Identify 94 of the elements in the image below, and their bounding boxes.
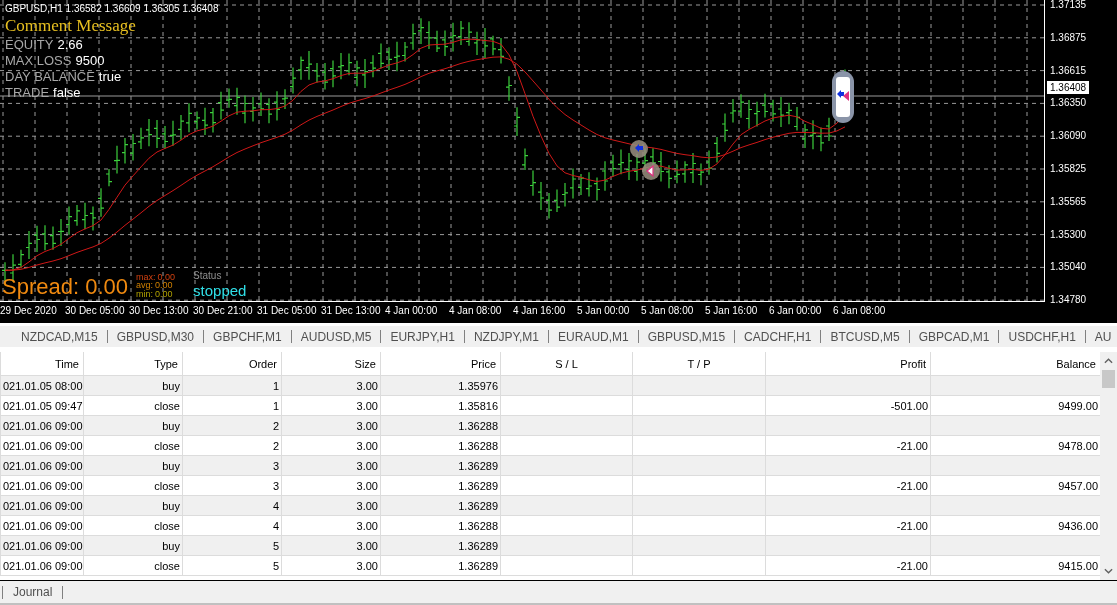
- scroll-up-icon[interactable]: [1104, 358, 1113, 364]
- time-label: 30 Dec 05:00: [65, 305, 125, 316]
- table-cell: 021.01.06 09:00: [0, 495, 84, 516]
- table-cell: 021.01.06 09:00: [0, 455, 84, 476]
- chart-tab[interactable]: EURAUD,M1: [549, 329, 638, 344]
- column-header[interactable]: Balance: [930, 352, 1100, 376]
- price-label: 1.36875: [1050, 30, 1087, 44]
- price-label: 1.35565: [1050, 194, 1087, 208]
- price-label: 1.36090: [1050, 129, 1087, 143]
- price-label: 1.35300: [1050, 227, 1087, 241]
- price-label: 1.35040: [1050, 260, 1087, 274]
- status-value: stopped: [193, 282, 247, 300]
- chart-symbol-label: GBPUSD,H1 1.36582 1.36609 1.36305 1.36408: [5, 2, 219, 15]
- table-row[interactable]: 021.01.06 09:00 close 3 3.00 1.36289 -21.00 9457.00: [0, 475, 1100, 496]
- table-row[interactable]: 021.01.05 09:47 close 1 3.00 1.35816 -501.00 9499.00: [0, 395, 1100, 416]
- column-header[interactable]: Size: [281, 352, 381, 376]
- table-row[interactable]: 021.01.06 09:00 close 4 3.00 1.36288 -21.00 9436.00: [0, 515, 1100, 536]
- stat-value: 0.00: [157, 272, 176, 281]
- time-label: 5 Jan 16:00: [705, 305, 758, 316]
- column-header[interactable]: Price: [380, 352, 501, 376]
- table-cell: 021.01.06 09:00: [0, 435, 84, 456]
- scroll-thumb[interactable]: [1102, 370, 1115, 388]
- time-label: 31 Dec 05:00: [257, 305, 317, 316]
- chart-tab[interactable]: USDCHF,H1: [999, 329, 1085, 344]
- time-label: 29 Dec 2020: [0, 305, 57, 316]
- table-row[interactable]: 021.01.06 09:00 buy 4 3.00 1.36289: [0, 495, 1100, 516]
- comment-label: TRADE: [5, 85, 50, 100]
- table-cell: 021.01.06 09:00: [0, 535, 84, 556]
- chart-tab[interactable]: EURJPY,H1: [381, 329, 464, 344]
- time-label: 4 Jan 16:00: [513, 305, 566, 316]
- time-label: 30 Dec 21:00: [193, 305, 253, 316]
- stat-value: 0.00: [155, 281, 173, 290]
- chart-tab[interactable]: AUDUSD,M5: [291, 329, 381, 344]
- table-cell: 021.01.06 09:00: [0, 415, 84, 436]
- table-row[interactable]: 021.01.06 09:00 close 2 3.00 1.36288 -21.00 9478.00: [0, 435, 1100, 456]
- table-row[interactable]: 021.01.06 09:00 buy 3 3.00 1.36289: [0, 455, 1100, 476]
- spread-value: Spread: 0.00: [2, 274, 128, 300]
- trade-marker-icon: [832, 71, 854, 123]
- table-cell: 021.01.06 09:00: [0, 475, 84, 496]
- stat-label: max:: [136, 272, 156, 281]
- chart-tab[interactable]: BTCUSD,M5: [821, 329, 909, 344]
- trade-marker-icon: [642, 162, 660, 180]
- column-header[interactable]: T / P: [632, 352, 766, 376]
- comment-label: DAY BALANCE: [5, 69, 95, 84]
- time-label: 5 Jan 00:00: [577, 305, 630, 316]
- chart-tab[interactable]: NZDJPY,M1: [464, 329, 549, 344]
- price-label: 1.35825: [1050, 162, 1087, 175]
- chart-tab[interactable]: GBPCAD,M1: [909, 329, 999, 344]
- scroll-down-icon[interactable]: [1104, 568, 1113, 574]
- chart-tab[interactable]: GBPCHF,M1: [204, 329, 291, 344]
- table-cell: 021.01.05 09:47: [0, 395, 84, 416]
- current-price-label: 1.36408: [1047, 81, 1090, 94]
- comment-value: true: [98, 69, 122, 84]
- comment-value: 2.66: [57, 37, 83, 52]
- status-label: Status: [193, 270, 223, 282]
- chart-tab[interactable]: CADCHF,H1: [735, 329, 821, 344]
- time-label: 5 Jan 08:00: [641, 305, 694, 316]
- time-label: 6 Jan 00:00: [769, 305, 822, 316]
- table-row[interactable]: 021.01.06 09:00 buy 5 3.00 1.36289: [0, 535, 1100, 556]
- table-cell: 021.01.06 09:00: [0, 515, 84, 536]
- column-header[interactable]: S / L: [500, 352, 633, 376]
- price-label: 1.34780: [1050, 293, 1087, 307]
- table-cell: 021.01.05 08:00: [0, 375, 84, 396]
- time-label: 6 Jan 08:00: [833, 305, 886, 316]
- comment-value: false: [53, 85, 81, 100]
- table-cell: 021.01.06 09:00: [0, 555, 84, 576]
- time-label: 30 Dec 13:00: [129, 305, 189, 316]
- table-row[interactable]: 021.01.06 09:00 buy 2 3.00 1.36288: [0, 415, 1100, 436]
- trade-marker-icon: [630, 140, 648, 158]
- column-header[interactable]: Order: [182, 352, 282, 376]
- time-label: 4 Jan 00:00: [385, 305, 438, 316]
- comment-title: Comment Message: [5, 15, 137, 37]
- journal-tab[interactable]: Journal: [13, 585, 53, 599]
- price-label: 1.37135: [1050, 0, 1087, 11]
- chart-tab[interactable]: GBPUSD,M15: [638, 329, 735, 344]
- time-label: 31 Dec 13:00: [321, 305, 381, 316]
- comment-label: MAX LOSS: [5, 53, 72, 68]
- stat-value: 0.00: [155, 289, 173, 298]
- time-label: 4 Jan 08:00: [449, 305, 502, 316]
- column-header[interactable]: Type: [83, 352, 183, 376]
- comment-value: 9500: [75, 53, 105, 68]
- table-row[interactable]: 021.01.06 09:00 close 5 3.00 1.36289 -21.00 9415.00: [0, 555, 1100, 576]
- chart-tab[interactable]: AU: [1085, 329, 1117, 344]
- scrollbar[interactable]: [1100, 352, 1117, 580]
- table-row[interactable]: 021.01.05 08:00 buy 1 3.00 1.35976: [0, 375, 1100, 396]
- chart-tab[interactable]: GBPUSD,M30: [107, 329, 204, 344]
- stat-label: avg:: [136, 281, 153, 290]
- price-label: 1.36350: [1050, 96, 1087, 110]
- price-label: 1.36615: [1050, 63, 1087, 77]
- chart-tab[interactable]: NZDCAD,M15: [12, 329, 107, 344]
- stat-label: min:: [136, 289, 153, 298]
- column-header[interactable]: Profit: [765, 352, 931, 376]
- comment-label: EQUITY: [5, 37, 54, 52]
- column-header[interactable]: Time: [0, 352, 84, 376]
